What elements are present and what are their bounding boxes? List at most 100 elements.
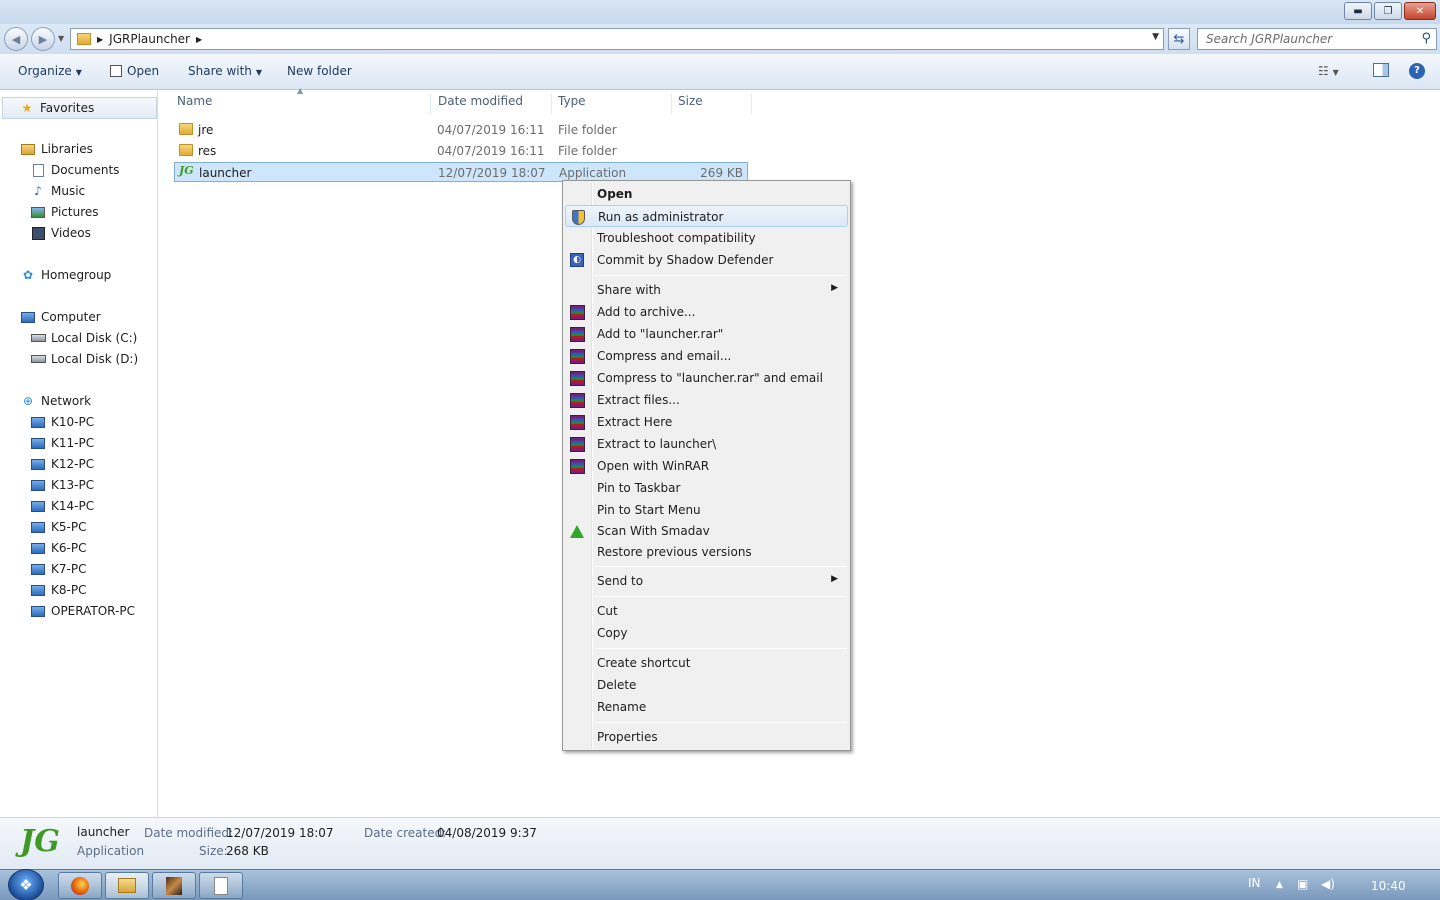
nav-network-pc[interactable]: K6-PC (30, 541, 86, 555)
computer-icon (30, 415, 46, 429)
nav-network-pc[interactable]: K10-PC (30, 415, 94, 429)
column-type[interactable]: Type (552, 94, 672, 114)
menu-commit-shadow-defender[interactable]: ◐ Commit by Shadow Defender (565, 249, 848, 271)
menu-share-with[interactable]: Share with ▶ (565, 279, 848, 301)
smadav-icon (569, 523, 585, 539)
file-row-selected[interactable]: JG launcher 12/07/2019 18:07 Application… (174, 162, 748, 182)
search-input[interactable]: Search JGRPlauncher ⚲ (1197, 28, 1437, 50)
menu-add-to-archive[interactable]: Add to archive... (565, 301, 848, 323)
menu-restore-versions[interactable]: Restore previous versions (565, 541, 848, 563)
clock[interactable]: 10:40 (1371, 879, 1406, 893)
breadcrumb-segment[interactable]: JGRPlauncher (109, 32, 190, 46)
nav-favorites[interactable]: ★ Favorites (2, 97, 157, 119)
search-icon[interactable]: ⚲ (1421, 31, 1431, 46)
file-explorer-icon (118, 878, 136, 893)
chevron-right-icon[interactable]: ▶ (196, 35, 202, 44)
menu-add-to-rar[interactable]: Add to "launcher.rar" (565, 323, 848, 345)
view-options-icon[interactable]: ☷ ▼ (1318, 64, 1339, 78)
nav-network-pc[interactable]: K13-PC (30, 478, 94, 492)
menu-compress-rar-email[interactable]: Compress to "launcher.rar" and email (565, 367, 848, 389)
start-button[interactable]: ❖ (8, 869, 44, 900)
local-disk-icon (30, 331, 46, 345)
file-size: 269 KB (700, 166, 743, 180)
nav-music[interactable]: ♪ Music (30, 184, 85, 198)
menu-send-to[interactable]: Send to ▶ (565, 570, 848, 592)
column-date-modified[interactable]: Date modified (432, 94, 552, 114)
details-date-modified-label: Date modified: (144, 826, 234, 840)
menu-scan-smadav[interactable]: Scan With Smadav (565, 520, 848, 542)
nav-videos-label: Videos (51, 226, 91, 240)
nav-pictures[interactable]: Pictures (30, 205, 99, 219)
nav-computer[interactable]: Computer (20, 310, 101, 324)
network-tray-icon[interactable]: ▣ (1297, 877, 1308, 891)
menu-compress-email[interactable]: Compress and email... (565, 345, 848, 367)
minimize-button[interactable]: ▬ (1344, 2, 1372, 20)
address-dropdown-icon[interactable]: ▼ (1152, 32, 1159, 42)
nav-homegroup[interactable]: ✿ Homegroup (20, 268, 111, 282)
nav-favorites-label: Favorites (40, 101, 95, 115)
details-size-label: Size: (199, 844, 228, 858)
column-size[interactable]: Size (672, 94, 752, 114)
address-bar[interactable]: ▶ JGRPlauncher ▶ ▼ (70, 28, 1164, 50)
recent-pages-icon[interactable]: ▼ (58, 34, 64, 43)
taskbar-firefox[interactable] (58, 872, 102, 899)
menu-extract-here-label: Extract Here (597, 415, 673, 429)
taskbar-notepad[interactable] (199, 872, 243, 899)
column-name[interactable]: Name (171, 94, 431, 114)
menu-delete[interactable]: Delete (565, 674, 848, 696)
nav-videos[interactable]: Videos (30, 226, 91, 240)
refresh-button[interactable]: ⇆ (1168, 28, 1190, 50)
nav-disk-d-label: Local Disk (D:) (51, 352, 139, 366)
menu-extract-to[interactable]: Extract to launcher\ (565, 433, 848, 455)
menu-extract-here[interactable]: Extract Here (565, 411, 848, 433)
menu-pin-start[interactable]: Pin to Start Menu (565, 499, 848, 521)
winrar-icon (569, 414, 585, 430)
share-with-button[interactable]: Share with ▼ (188, 64, 262, 78)
nav-network-pc[interactable]: K7-PC (30, 562, 86, 576)
nav-network-pc[interactable]: K11-PC (30, 436, 94, 450)
file-row[interactable]: res 04/07/2019 16:11 File folder (174, 141, 748, 161)
nav-network-pc[interactable]: K5-PC (30, 520, 86, 534)
nav-documents[interactable]: Documents (30, 163, 119, 177)
open-label: Open (127, 64, 160, 78)
chevron-right-icon[interactable]: ▶ (97, 35, 103, 44)
volume-icon[interactable]: ◀) (1321, 877, 1335, 891)
computer-icon (30, 457, 46, 471)
nav-libraries[interactable]: Libraries (20, 142, 93, 156)
nav-network-pc[interactable]: OPERATOR-PC (30, 604, 135, 618)
language-indicator[interactable]: IN (1248, 876, 1261, 890)
forward-button[interactable]: ▶ (31, 27, 55, 51)
back-button[interactable]: ◀ (4, 27, 28, 51)
menu-extract-files[interactable]: Extract files... (565, 389, 848, 411)
help-icon[interactable]: ? (1409, 63, 1425, 79)
menu-create-shortcut[interactable]: Create shortcut (565, 652, 848, 674)
organize-button[interactable]: Organize ▼ (18, 64, 82, 78)
menu-run-as-admin[interactable]: Run as administrator (565, 205, 848, 227)
preview-pane-icon[interactable] (1373, 63, 1389, 77)
menu-open[interactable]: Open (565, 183, 848, 205)
menu-properties[interactable]: Properties (565, 726, 848, 748)
close-button[interactable]: ✕ (1404, 2, 1436, 20)
nav-network-pc[interactable]: K14-PC (30, 499, 94, 513)
maximize-button[interactable]: ❐ (1374, 2, 1402, 20)
new-folder-button[interactable]: New folder (287, 64, 352, 78)
menu-troubleshoot[interactable]: Troubleshoot compatibility (565, 227, 848, 249)
menu-cut-label: Cut (597, 604, 618, 618)
file-row[interactable]: jre 04/07/2019 16:11 File folder (174, 120, 748, 140)
menu-copy[interactable]: Copy (565, 622, 848, 644)
show-hidden-icons[interactable]: ▲ (1276, 880, 1283, 890)
menu-rename[interactable]: Rename (565, 696, 848, 718)
menu-open-winrar[interactable]: Open with WinRAR (565, 455, 848, 477)
nav-network-pc[interactable]: K8-PC (30, 583, 86, 597)
nav-network[interactable]: ⊕ Network (20, 394, 91, 408)
menu-cut[interactable]: Cut (565, 600, 848, 622)
nav-network-pc[interactable]: K12-PC (30, 457, 94, 471)
nav-network-pc-label: K6-PC (51, 541, 87, 555)
nav-disk-c[interactable]: Local Disk (C:) (30, 331, 137, 345)
taskbar-app[interactable] (152, 872, 196, 899)
menu-pin-taskbar[interactable]: Pin to Taskbar (565, 477, 848, 499)
nav-disk-d[interactable]: Local Disk (D:) (30, 352, 138, 366)
taskbar-explorer[interactable] (105, 872, 149, 899)
open-button[interactable]: Open (110, 64, 159, 78)
organize-label: Organize (18, 64, 72, 78)
